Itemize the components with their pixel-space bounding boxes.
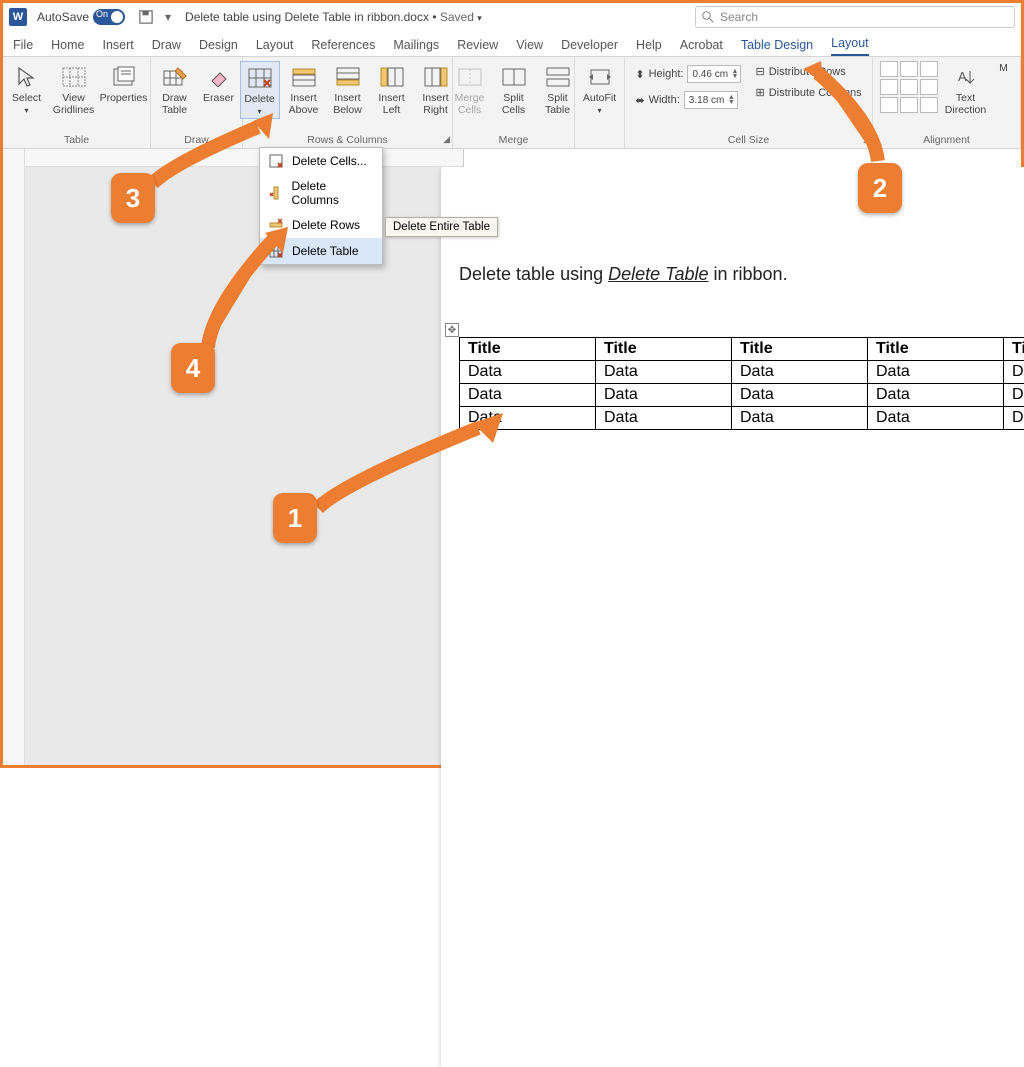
dialog-launcher-icon[interactable]: ◢ xyxy=(443,134,450,145)
qat-dropdown-icon[interactable]: ▾ xyxy=(160,9,176,25)
tab-draw[interactable]: Draw xyxy=(152,38,181,56)
pencil-table-icon xyxy=(160,63,190,91)
text-direction-icon: A xyxy=(951,63,981,91)
menu-delete-cells[interactable]: Delete Cells... xyxy=(260,148,382,174)
insert-below-button[interactable]: Insert Below xyxy=(328,61,368,118)
tab-review[interactable]: Review xyxy=(457,38,498,56)
delete-table-icon xyxy=(245,64,275,92)
table-row: DataDataDataDataData xyxy=(460,384,1024,407)
search-input[interactable]: Search xyxy=(695,6,1015,28)
draw-table-button[interactable]: Draw Table xyxy=(155,61,195,118)
cursor-icon xyxy=(12,63,42,91)
tab-mailings[interactable]: Mailings xyxy=(393,38,439,56)
gridlines-icon xyxy=(59,63,89,91)
split-cells-button[interactable]: Split Cells xyxy=(494,61,534,118)
text-direction-button[interactable]: AText Direction xyxy=(946,61,986,118)
document-title[interactable]: Delete table using Delete Table in ribbo… xyxy=(185,10,482,24)
table-move-handle-icon[interactable]: ✥ xyxy=(445,323,459,337)
width-input[interactable]: 3.18 cm▲▼ xyxy=(684,91,738,109)
autosave-label: AutoSave xyxy=(37,10,89,24)
annotation-badge: 3 xyxy=(111,173,155,223)
tab-developer[interactable]: Developer xyxy=(561,38,618,56)
eraser-button[interactable]: Eraser xyxy=(199,61,239,107)
tab-references[interactable]: References xyxy=(311,38,375,56)
distribute-rows-icon: ⊟ xyxy=(755,65,764,78)
vertical-ruler[interactable] xyxy=(3,149,25,765)
select-button[interactable]: Select▾ xyxy=(7,61,47,117)
document-table[interactable]: TitleTitleTitleTitleTitle DataDataDataDa… xyxy=(459,337,1024,430)
cell-margins-button[interactable]: M xyxy=(994,61,1014,77)
tab-table-layout[interactable]: Layout xyxy=(831,36,869,56)
annotation-arrow xyxy=(143,113,273,193)
width-label: Width: xyxy=(649,94,680,106)
svg-text:A: A xyxy=(958,69,967,84)
insert-above-button[interactable]: Insert Above xyxy=(284,61,324,118)
height-label: Height: xyxy=(649,68,684,80)
group-label-merge: Merge xyxy=(453,134,574,146)
title-bar: W AutoSave On ▾ Delete table using Delet… xyxy=(3,3,1021,31)
annotation-badge: 4 xyxy=(171,343,215,393)
insert-above-icon xyxy=(289,63,319,91)
tab-table-design[interactable]: Table Design xyxy=(741,38,813,56)
insert-left-button[interactable]: Insert Left xyxy=(372,61,412,118)
autofit-icon xyxy=(585,63,615,91)
tooltip-delete-table: Delete Entire Table xyxy=(385,217,498,237)
distribute-cols-icon: ⊞ xyxy=(755,86,764,99)
page-heading: Delete table using Delete Table in ribbo… xyxy=(459,263,1024,285)
height-input[interactable]: 0.46 cm▲▼ xyxy=(687,65,741,83)
annotation-badge: 1 xyxy=(273,493,317,543)
annotation-arrow xyxy=(203,225,293,355)
col-width-icon: ⬌ xyxy=(635,94,644,107)
tab-layout[interactable]: Layout xyxy=(256,38,294,56)
word-app-icon: W xyxy=(9,8,27,26)
view-gridlines-button[interactable]: View Gridlines xyxy=(51,61,97,118)
table-row: DataDataDataDataData xyxy=(460,407,1024,430)
group-label-alignment: Alignment xyxy=(873,134,1020,146)
tab-acrobat[interactable]: Acrobat xyxy=(680,38,723,56)
eraser-icon xyxy=(204,63,234,91)
autofit-button[interactable]: AutoFit▾ xyxy=(580,61,620,117)
delete-button[interactable]: Delete▾ xyxy=(240,61,280,119)
split-cells-icon xyxy=(499,63,529,91)
tab-design[interactable]: Design xyxy=(199,38,238,56)
table-row: TitleTitleTitleTitleTitle xyxy=(460,338,1024,361)
group-label-rows-cols: Rows & Columns xyxy=(243,134,452,146)
tab-view[interactable]: View xyxy=(516,38,543,56)
properties-icon xyxy=(109,63,139,91)
ribbon-tabs: File Home Insert Draw Design Layout Refe… xyxy=(3,31,1021,57)
split-table-icon xyxy=(543,63,573,91)
row-height-icon: ⬍ xyxy=(635,68,644,81)
insert-right-icon xyxy=(421,63,451,91)
save-icon[interactable] xyxy=(138,9,154,25)
menu-delete-columns[interactable]: Delete Columns xyxy=(260,174,382,212)
merge-cells-icon xyxy=(455,63,485,91)
autosave-toggle[interactable]: On xyxy=(93,9,125,25)
search-icon xyxy=(702,11,714,23)
workspace: Delete table using Delete Table in ribbo… xyxy=(3,149,1021,765)
tab-help[interactable]: Help xyxy=(636,38,662,56)
properties-button[interactable]: Properties xyxy=(101,61,147,107)
annotation-arrow xyxy=(803,61,893,171)
document-page[interactable]: Delete table using Delete Table in ribbo… xyxy=(441,167,1024,1067)
tab-home[interactable]: Home xyxy=(51,38,84,56)
insert-below-icon xyxy=(333,63,363,91)
split-table-button[interactable]: Split Table xyxy=(538,61,578,118)
tab-file[interactable]: File xyxy=(13,38,33,56)
annotation-arrow xyxy=(303,413,503,533)
tab-insert[interactable]: Insert xyxy=(103,38,134,56)
insert-left-icon xyxy=(377,63,407,91)
group-label-table: Table xyxy=(3,134,150,146)
annotation-badge: 2 xyxy=(858,163,902,213)
table-row: DataDataDataDataData xyxy=(460,361,1024,384)
merge-cells-button: Merge Cells xyxy=(450,61,490,118)
